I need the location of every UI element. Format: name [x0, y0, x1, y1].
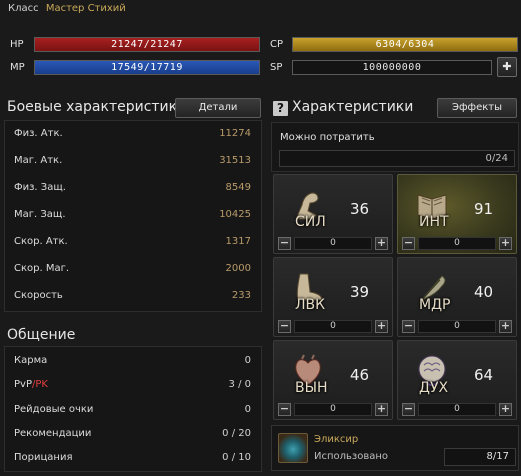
combat-row-label: Физ. Атк. — [14, 128, 63, 139]
class-value: Мастер Стихий — [45, 3, 126, 14]
combat-row-value: 10425 — [219, 209, 251, 220]
elixir-used-label: Использовано — [314, 451, 389, 462]
social-panel: Карма 0 PvP/PK 3 / 0 Рейдовые очки 0 Рек… — [4, 346, 262, 472]
attribute-abbr: ИНТ — [419, 214, 449, 230]
cp-bar: 6304/6304 — [292, 37, 518, 52]
attribute-abbr: ЛВК — [295, 297, 326, 313]
attribute-value: 64 — [474, 366, 494, 384]
attribute-stepper: −0 + — [278, 403, 388, 417]
minus-button[interactable]: − — [402, 237, 415, 250]
minus-button[interactable]: − — [278, 320, 291, 333]
attribute-value: 46 — [350, 366, 370, 384]
combat-row-value: 11274 — [219, 128, 251, 139]
attribute-tile[interactable]: МДР 40 −0 + — [397, 257, 517, 337]
combat-title: Боевые характеристики — [7, 99, 187, 115]
attribute-tile[interactable]: ВЫН 46 −0 + — [273, 340, 393, 420]
attribute-abbr: ДУХ — [419, 380, 449, 396]
combat-row-label: Скор. Маг. — [14, 263, 70, 274]
cp-label: CP — [270, 39, 284, 50]
help-icon[interactable]: ? — [273, 101, 288, 116]
sp-bar: 100000000 — [292, 60, 492, 75]
social-row-pvp: PvP/PK 3 / 0 — [14, 379, 251, 390]
attribute-tile[interactable]: ДУХ 64 −0 + — [397, 340, 517, 420]
attribute-abbr: МДР — [419, 297, 451, 313]
combat-row-value: 233 — [231, 290, 251, 301]
mp-bar: 17549/17719 — [34, 60, 260, 75]
attribute-value: 91 — [474, 200, 494, 218]
elixir-count: 8/17 — [444, 448, 516, 466]
attribute-tile[interactable]: ЛВК 39 −0 + — [273, 257, 393, 337]
attribute-alloc: 0 — [418, 237, 496, 250]
combat-row-label: Скорость — [14, 290, 63, 301]
sp-action-button[interactable]: ✚ — [497, 57, 517, 77]
attribute-alloc: 0 — [418, 320, 496, 333]
combat-row-label: Скор. Атк. — [14, 236, 68, 247]
attribute-stepper: −0 + — [402, 237, 512, 251]
sp-plus-icon: ✚ — [502, 60, 512, 73]
combat-row-value: 8549 — [225, 182, 251, 193]
minus-button[interactable]: − — [402, 320, 415, 333]
attribute-alloc: 0 — [294, 403, 372, 416]
combat-row: Маг. Защ. 10425 — [5, 206, 261, 226]
attribute-abbr: ВЫН — [295, 380, 328, 396]
minus-button[interactable]: − — [278, 237, 291, 250]
attribute-alloc: 0 — [418, 403, 496, 416]
hp-label: HP — [10, 39, 24, 50]
plus-button[interactable]: + — [499, 403, 512, 416]
class-label: Класс — [8, 3, 39, 14]
attribute-alloc: 0 — [294, 237, 372, 250]
combat-row: Маг. Атк. 31513 — [5, 152, 261, 172]
plus-button[interactable]: + — [499, 237, 512, 250]
combat-row-label: Физ. Защ. — [14, 182, 66, 193]
attribute-value: 40 — [474, 283, 494, 301]
attribute-alloc: 0 — [294, 320, 372, 333]
attribute-stepper: −0 + — [402, 320, 512, 334]
combat-row: Скор. Атк. 1317 — [5, 233, 261, 253]
attribute-abbr: СИЛ — [295, 214, 326, 230]
plus-button[interactable]: + — [375, 320, 388, 333]
combat-row: Физ. Атк. 11274 — [5, 125, 261, 145]
attribute-stepper: −0 + — [402, 403, 512, 417]
combat-row-label: Маг. Атк. — [14, 155, 63, 166]
details-button[interactable]: Детали — [175, 98, 261, 118]
attribute-stepper: −0 + — [278, 320, 388, 334]
social-row-raid: Рейдовые очки 0 — [14, 404, 251, 415]
minus-button[interactable]: − — [402, 403, 415, 416]
social-title: Общение — [7, 327, 76, 343]
elixir-panel: Эликсир Использовано 8/17 — [271, 425, 519, 471]
minus-button[interactable]: − — [278, 403, 291, 416]
combat-panel: Физ. Атк. 11274 Маг. Атк. 31513 Физ. Защ. 854… — [4, 120, 262, 312]
combat-row: Скор. Маг. 2000 — [5, 260, 261, 280]
plus-button[interactable]: + — [375, 403, 388, 416]
combat-row-value: 1317 — [225, 236, 251, 247]
combat-row-value: 2000 — [225, 263, 251, 274]
elixir-name: Эликсир — [314, 434, 359, 445]
available-value: 0/24 — [279, 150, 515, 167]
plus-button[interactable]: + — [375, 237, 388, 250]
attributes-title: Характеристики — [292, 99, 414, 115]
mp-label: MP — [10, 62, 25, 73]
available-panel: Можно потратить 0/24 — [271, 122, 519, 172]
effects-button[interactable]: Эффекты — [437, 98, 517, 118]
elixir-icon[interactable] — [278, 433, 308, 463]
attribute-stepper: −0 + — [278, 237, 388, 251]
attribute-value: 39 — [350, 283, 370, 301]
attribute-tile[interactable]: ИНТ 91 −0 + — [397, 174, 517, 254]
social-row-karma: Карма 0 — [14, 355, 251, 366]
plus-button[interactable]: + — [499, 320, 512, 333]
class-row: Класс Мастер Стихий — [8, 3, 126, 14]
combat-row-value: 31513 — [219, 155, 251, 166]
social-row-censure: Порицания 0 / 10 — [14, 452, 251, 463]
social-row-recommend: Рекомендации 0 / 20 — [14, 428, 251, 439]
combat-row: Скорость 233 — [5, 287, 261, 307]
attribute-tile[interactable]: СИЛ 36 −0 + — [273, 174, 393, 254]
available-label: Можно потратить — [280, 132, 375, 143]
combat-row-label: Маг. Защ. — [14, 209, 66, 220]
sp-label: SP — [270, 62, 283, 73]
attribute-value: 36 — [350, 200, 370, 218]
combat-row: Физ. Защ. 8549 — [5, 179, 261, 199]
hp-bar: 21247/21247 — [34, 37, 260, 52]
